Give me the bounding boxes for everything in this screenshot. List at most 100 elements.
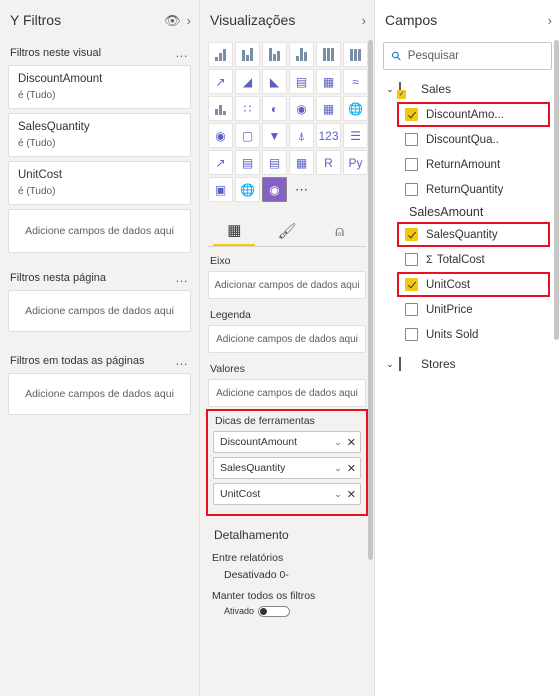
fields-scrollbar[interactable] [554,40,559,340]
fields-tab[interactable]: ▦ [213,216,256,246]
filter-card[interactable]: UnitCost é (Tudo) [8,161,191,205]
more-options-icon[interactable]: ⋯ [289,177,314,202]
clustered-bar-chart-icon[interactable] [235,42,260,67]
pie-chart-icon[interactable]: ◐ [262,96,287,121]
area-chart-icon[interactable]: ◢ [235,69,260,94]
python-visual-icon[interactable]: Py [343,150,368,175]
field-checkbox[interactable] [405,303,418,316]
close-icon[interactable]: ✕ [347,488,356,501]
chevron-down-icon[interactable]: ⌄ [334,437,342,448]
field-row-unitprice[interactable]: UnitPrice [375,297,560,322]
more-options-icon[interactable]: … [175,46,189,59]
field-checkbox[interactable] [405,228,418,241]
chevron-down-icon[interactable]: ⌄ [383,359,397,370]
stacked-bar-chart-icon[interactable] [208,42,233,67]
cross-report-value[interactable]: Desativado 0- [200,567,374,584]
card-icon[interactable]: 123 [316,123,341,148]
100-stacked-column-icon[interactable] [343,42,368,67]
map-icon[interactable]: 🌐 [343,96,368,121]
filters-visual-dropzone[interactable]: Adicione campos de dados aqui [8,209,191,253]
chevron-right-icon[interactable]: › [548,14,552,27]
search-input[interactable]: ⚲ Pesquisar [383,42,552,70]
field-label: DiscountAmo... [426,108,504,121]
visualizations-title: Visualizações [210,12,296,28]
field-checkbox[interactable] [405,133,418,146]
field-row-totalcost[interactable]: Σ TotalCost [375,247,560,272]
tooltip-field-name: SalesQuantity [220,462,286,474]
funnel-icon[interactable]: ▼ [262,123,287,148]
chevron-down-icon[interactable]: ⌄ [334,463,342,474]
shape-map-icon[interactable]: ▢ [235,123,260,148]
more-options-icon[interactable]: … [175,271,189,284]
ribbon-chart-icon[interactable]: ≈ [343,69,368,94]
field-checkbox[interactable] [405,253,418,266]
filter-card[interactable]: SalesQuantity é (Tudo) [8,113,191,157]
field-label: TotalCost [436,253,485,266]
close-icon[interactable]: ✕ [347,462,356,475]
field-row-discountquantity[interactable]: DiscountQua.. [375,127,560,152]
tooltip-field-chip[interactable]: DiscountAmount ⌄ ✕ [213,431,361,453]
matrix-icon[interactable]: ▦ [289,150,314,175]
well-legend[interactable]: Adicione campos de dados aqui [208,325,366,353]
analytics-tab[interactable]: ⍝ [319,216,361,246]
fields-title: Campos [385,12,438,28]
treemap-icon[interactable]: ▦ [316,96,341,121]
well-axis[interactable]: Adicionar campos de dados aqui [208,271,366,299]
waterfall-chart-icon[interactable] [208,96,233,121]
field-row-returnamount[interactable]: ReturnAmount [375,152,560,177]
keep-all-filters-toggle[interactable]: Ativado [200,605,291,617]
well-label-legend: Legenda [210,309,251,321]
line-clustered-column-icon[interactable]: ▦ [316,69,341,94]
field-row-discountamount[interactable]: DiscountAmo... [397,102,550,127]
filters-all-dropzone[interactable]: Adicione campos de dados aqui [8,373,191,415]
field-checkbox[interactable] [405,158,418,171]
key-influencers-icon[interactable]: ▣ [208,177,233,202]
well-values[interactable]: Adicione campos de dados aqui [208,379,366,407]
visualizations-pane: Visualizações › ↗ ◢ ◣ ▤ ▦ ≈ ∷ ◐ ◉ ▦ 🌐 ◉ … [200,0,375,696]
field-label: DiscountQua.. [426,133,499,146]
visualizations-scrollbar[interactable] [368,40,373,560]
clustered-column-chart-icon[interactable] [289,42,314,67]
stacked-area-chart-icon[interactable]: ◣ [262,69,287,94]
table-row-stores[interactable]: ⌄ Stores [375,351,560,377]
tooltip-field-chip[interactable]: UnitCost ⌄ ✕ [213,483,361,505]
eye-icon[interactable]: 👁 [164,14,181,27]
field-checkbox[interactable] [405,183,418,196]
r-script-icon[interactable]: R [316,150,341,175]
qa-visual-icon[interactable]: ◉ [262,177,287,202]
chevron-right-icon[interactable]: › [187,14,191,27]
field-row-returnquantity[interactable]: ReturnQuantity [375,177,560,202]
slicer-icon[interactable]: ▤ [235,150,260,175]
table-row-sales[interactable]: ⌄ ✓ Sales [375,76,560,102]
more-options-icon[interactable]: … [175,354,189,367]
multi-row-card-icon[interactable]: ☰ [343,123,368,148]
filters-title: Y Filtros [10,12,62,28]
field-label: Units Sold [426,328,479,341]
100-stacked-bar-icon[interactable] [316,42,341,67]
field-row-unitssold[interactable]: Units Sold [375,322,560,347]
tooltip-field-chip[interactable]: SalesQuantity ⌄ ✕ [213,457,361,479]
field-row-unitcost[interactable]: UnitCost [397,272,550,297]
kpi-icon[interactable]: ↗ [208,150,233,175]
filled-map-icon[interactable]: ◉ [208,123,233,148]
line-stacked-column-icon[interactable]: ▤ [289,69,314,94]
chevron-down-icon[interactable]: ⌄ [334,489,342,500]
line-chart-icon[interactable]: ↗ [208,69,233,94]
scatter-chart-icon[interactable]: ∷ [235,96,260,121]
field-checkbox[interactable] [405,108,418,121]
field-checkbox[interactable] [405,328,418,341]
stacked-column-chart-icon[interactable] [262,42,287,67]
gauge-icon[interactable]: ⍋ [289,123,314,148]
decomposition-tree-icon[interactable]: 🌐 [235,177,260,202]
close-icon[interactable]: ✕ [347,436,356,449]
filters-page-dropzone[interactable]: Adicione campos de dados aqui [8,290,191,332]
filter-card[interactable]: DiscountAmount é (Tudo) [8,65,191,109]
format-tab[interactable]: 🖌 [266,216,308,246]
field-checkbox[interactable] [405,278,418,291]
table-icon[interactable]: ▤ [262,150,287,175]
chevron-down-icon[interactable]: ⌄ [383,84,397,95]
field-row-salesquantity[interactable]: SalesQuantity [397,222,550,247]
toggle-switch[interactable] [258,605,291,617]
donut-chart-icon[interactable]: ◉ [289,96,314,121]
chevron-right-icon[interactable]: › [362,14,366,27]
